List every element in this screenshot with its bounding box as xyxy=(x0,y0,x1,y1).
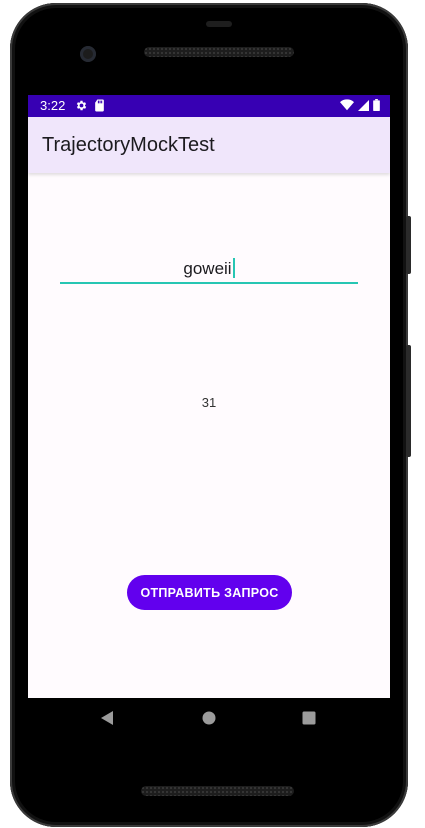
app-title: TrajectoryMockTest xyxy=(42,134,215,156)
status-time: 3:22 xyxy=(40,98,66,113)
earpiece-speaker xyxy=(144,47,294,57)
back-icon[interactable] xyxy=(100,710,114,731)
status-bar: 3:22 xyxy=(28,95,390,117)
send-request-button-label: ОТПРАВИТЬ ЗАПРОС xyxy=(140,585,279,600)
counter-text: 31 xyxy=(201,395,217,410)
power-button xyxy=(406,216,411,274)
device-screen: 3:22 TrajectoryMockTest goweii 31 ОТПРАВ… xyxy=(28,95,390,698)
text-input-value-wrap: goweii xyxy=(60,258,358,279)
bottom-speaker xyxy=(141,786,294,796)
wifi-icon xyxy=(340,99,354,114)
sd-card-icon xyxy=(94,99,105,115)
front-camera xyxy=(80,46,96,62)
recents-icon[interactable] xyxy=(302,711,316,730)
settings-icon xyxy=(75,99,88,115)
signal-icon xyxy=(358,99,369,114)
text-input-value: goweii xyxy=(183,259,232,278)
volume-button xyxy=(406,345,411,457)
status-icons-left xyxy=(75,99,105,115)
status-icons-right xyxy=(340,99,380,114)
app-bar: TrajectoryMockTest xyxy=(28,117,390,173)
navigation-bar xyxy=(28,698,390,740)
phone-top-bar xyxy=(206,21,232,27)
text-input-field[interactable]: goweii xyxy=(60,252,358,284)
home-icon[interactable] xyxy=(202,711,216,730)
text-cursor xyxy=(232,258,235,278)
send-request-button[interactable]: ОТПРАВИТЬ ЗАПРОС xyxy=(127,575,292,610)
battery-icon xyxy=(373,99,380,114)
